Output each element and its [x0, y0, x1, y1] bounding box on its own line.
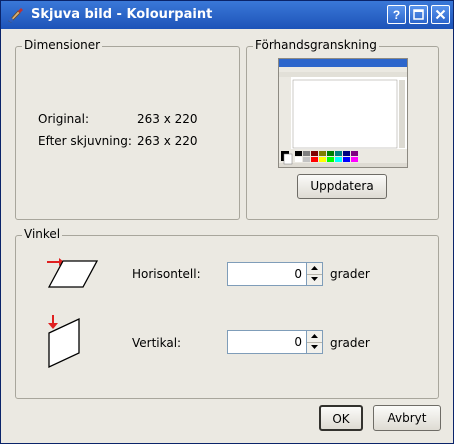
- arrow-up-icon: [311, 266, 318, 270]
- palette-swatch: [335, 157, 342, 162]
- palette-swatch: [311, 157, 318, 162]
- palette-swatch: [303, 151, 310, 156]
- preview-image: [279, 59, 407, 167]
- preview-thumbnail: [278, 58, 408, 168]
- arrow-down-icon: [311, 345, 318, 349]
- original-label: Original:: [38, 112, 89, 126]
- vertical-spin-buttons: [307, 330, 323, 354]
- original-size-value: 263 x 220: [137, 112, 198, 126]
- horizontal-label: Horisontell:: [132, 267, 201, 281]
- arrow-up-icon: [311, 334, 318, 338]
- window-title: Skjuva bild - Kolourpaint: [31, 7, 213, 22]
- horizontal-angle-spinbox[interactable]: 0: [227, 262, 323, 286]
- horizontal-angle-input[interactable]: 0: [227, 262, 307, 286]
- update-preview-label: Uppdatera: [310, 179, 374, 193]
- palette-swatch: [327, 151, 334, 156]
- palette-swatch: [343, 151, 350, 156]
- dimensions-group: Dimensioner: [15, 38, 240, 220]
- arrow-down-icon: [311, 277, 318, 281]
- palette-swatch: [319, 151, 326, 156]
- title-bar[interactable]: Skjuva bild - Kolourpaint ?: [1, 1, 453, 29]
- palette-swatch: [327, 157, 334, 162]
- palette-swatch: [319, 157, 326, 162]
- maximize-button[interactable]: [409, 5, 428, 24]
- vertical-angle-input[interactable]: 0: [227, 330, 307, 354]
- close-button[interactable]: [431, 5, 450, 24]
- dialog-window: Skjuva bild - Kolourpaint ? Dimensioner …: [0, 0, 454, 444]
- vertical-unit: grader: [330, 336, 370, 350]
- palette-swatch: [335, 151, 342, 156]
- maximize-icon: [413, 9, 424, 20]
- help-button[interactable]: ?: [387, 5, 406, 24]
- after-shear-label: Efter skjuvning:: [38, 134, 132, 148]
- palette-swatch: [303, 157, 310, 162]
- vertical-decrement-button[interactable]: [307, 342, 322, 353]
- vertical-shear-icon: [48, 315, 80, 369]
- update-preview-button[interactable]: Uppdatera: [297, 174, 387, 199]
- svg-text:?: ?: [393, 8, 400, 22]
- horizontal-unit: grader: [330, 267, 370, 281]
- cancel-label: Avbryt: [387, 411, 427, 425]
- palette-swatch: [295, 151, 302, 156]
- help-icon: ?: [393, 8, 400, 22]
- palette-swatch: [351, 157, 358, 162]
- vertical-label: Vertikal:: [132, 336, 182, 350]
- horizontal-shear-icon: [47, 258, 99, 288]
- kolourpaint-app-icon: [8, 8, 23, 23]
- palette-swatch: [343, 157, 350, 162]
- dimensions-legend: Dimensioner: [22, 38, 103, 52]
- vertical-angle-spinbox[interactable]: 0: [227, 330, 323, 354]
- palette-swatch: [311, 151, 318, 156]
- after-shear-size-value: 263 x 220: [137, 134, 198, 148]
- horizontal-decrement-button[interactable]: [307, 274, 322, 285]
- palette-swatch: [351, 151, 358, 156]
- ok-button[interactable]: OK: [319, 405, 363, 431]
- cancel-button[interactable]: Avbryt: [373, 405, 441, 431]
- preview-legend: Förhandsgranskning: [253, 38, 379, 52]
- angle-legend: Vinkel: [22, 227, 63, 241]
- horizontal-spin-buttons: [307, 262, 323, 286]
- ok-label: OK: [332, 412, 350, 426]
- close-icon: [435, 9, 446, 20]
- palette-swatch: [295, 157, 302, 162]
